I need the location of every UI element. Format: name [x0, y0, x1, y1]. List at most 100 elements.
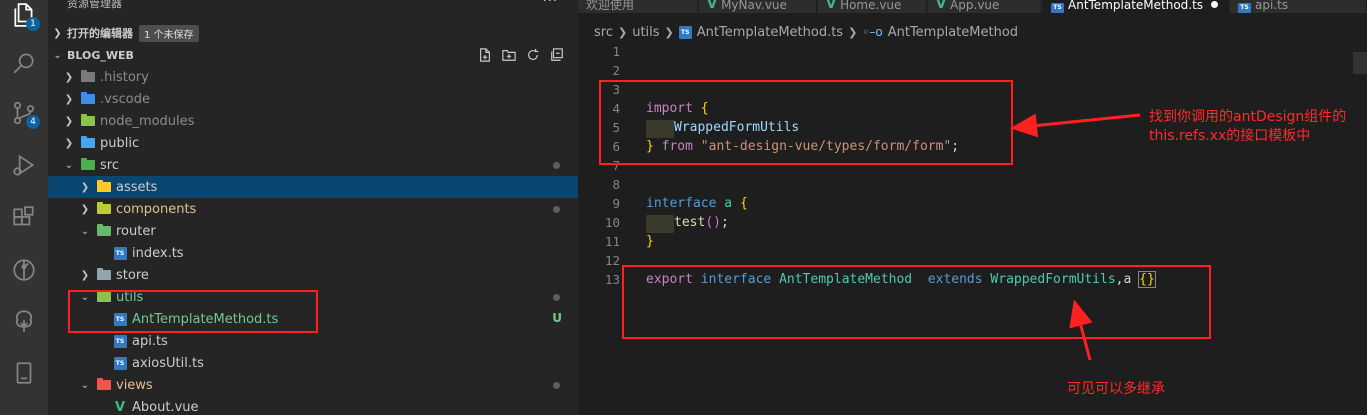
tree-item-views[interactable]: ⌄ views	[48, 374, 578, 396]
tab-app[interactable]: V App.vue	[928, 0, 1042, 13]
tab-label: api.ts	[1255, 0, 1289, 12]
search-icon[interactable]	[9, 48, 39, 78]
tree-item-label: api.ts	[132, 333, 168, 349]
open-editors-label: 打开的编辑器	[67, 27, 133, 40]
tree-item-assets[interactable]: ❯ assets	[48, 176, 578, 198]
annotation-box-import	[599, 80, 1013, 165]
tab-anttemplatemethod[interactable]: TS AntTemplateMethod.ts	[1043, 0, 1229, 13]
extensions-icon[interactable]	[9, 203, 39, 233]
folder-icon	[96, 180, 112, 194]
annotation-box-export	[622, 265, 1211, 339]
tree-item-node-modules[interactable]: ❯ node_modules	[48, 110, 578, 132]
overview-ruler[interactable]	[1353, 52, 1367, 74]
tree-item-router[interactable]: ⌄ router	[48, 220, 578, 242]
code-line-11: }	[646, 234, 654, 249]
open-editors-section[interactable]: ❯ 打开的编辑器 1 个未保存	[48, 22, 578, 44]
tree-item-label: store	[116, 267, 149, 283]
activity-bar: 1 4	[0, 0, 48, 415]
chevron-right-icon: ❯	[64, 115, 74, 127]
git-status-dot	[553, 162, 560, 169]
vue-file-icon: V	[114, 399, 126, 415]
new-folder-icon[interactable]	[502, 48, 516, 62]
tree-item-label: views	[116, 377, 153, 393]
folder-icon	[80, 136, 96, 150]
source-control-icon[interactable]: 4	[9, 98, 40, 129]
breadcrumb: src ❯ utils ❯ TS AntTemplateMethod.ts ❯ …	[578, 22, 1367, 42]
line-number: 10	[604, 215, 620, 230]
tree-item-index-ts[interactable]: TS index.ts	[48, 242, 578, 264]
unsaved-badge: 1 个未保存	[139, 24, 199, 42]
tab-mynav[interactable]: V MyNav.vue	[699, 0, 817, 13]
tree-icon[interactable]	[9, 306, 39, 336]
tree-item-label: .history	[100, 69, 149, 85]
ts-file-icon: TS	[1051, 0, 1064, 13]
explorer-badge: 1	[26, 17, 40, 31]
chevron-right-icon: ❯	[80, 269, 90, 281]
explorer-icon[interactable]: 1	[9, 0, 40, 31]
annotation-box-file	[68, 290, 318, 333]
tree-item-label: components	[116, 201, 197, 217]
vue-file-icon: V	[826, 0, 837, 12]
tree-item-label: src	[100, 157, 119, 173]
refresh-icon[interactable]	[526, 48, 540, 62]
line-number: 1	[612, 44, 620, 59]
tree-item-label: About.vue	[132, 399, 199, 415]
tree-item-public[interactable]: ❯ public	[48, 132, 578, 154]
annotation-note-2: 可见可以多继承	[1067, 381, 1165, 397]
tab-bar: 欢迎使用 V MyNav.vue V Home.vue V App.vue TS Ant…	[578, 0, 1367, 13]
interface-symbol-icon: ◦–o	[862, 25, 883, 39]
project-label: BLOG_WEB	[67, 48, 134, 62]
chevron-right-icon: ❯	[64, 71, 74, 83]
breadcrumb-src[interactable]: src	[594, 25, 613, 40]
code-line-10: test();	[646, 215, 729, 233]
annotation-note-1-line-2: this.refs.xx的接口模板中	[1149, 128, 1311, 144]
tree-actions	[478, 44, 564, 66]
tree-item-axiosutil-ts[interactable]: TS axiosUtil.ts	[48, 352, 578, 374]
folder-icon	[80, 70, 96, 84]
unsaved-dot-icon[interactable]	[1211, 1, 1219, 8]
tab-label: Home.vue	[840, 0, 902, 12]
tab-api[interactable]: TS api.ts	[1230, 0, 1367, 13]
tree-item-label: router	[116, 223, 156, 239]
tree-item-components[interactable]: ❯ components	[48, 198, 578, 220]
breadcrumb-utils[interactable]: utils	[632, 25, 659, 40]
tree-item-api-ts[interactable]: TS api.ts	[48, 330, 578, 352]
tree-item-src[interactable]: ⌄ src	[48, 154, 578, 176]
tab-label: 欢迎使用	[586, 0, 635, 12]
line-number: 11	[604, 234, 620, 249]
git-status-untracked: U	[552, 311, 562, 325]
chevron-down-icon: ⌄	[80, 379, 90, 391]
breadcrumb-symbol[interactable]: AntTemplateMethod	[888, 25, 1018, 40]
vue-file-icon: V	[707, 0, 718, 12]
tree-item-vscode[interactable]: ❯ .vscode	[48, 88, 578, 110]
git-graph-icon[interactable]	[9, 255, 39, 285]
project-section[interactable]: ⌄ BLOG_WEB	[48, 44, 578, 66]
tree-item-label: .vscode	[100, 91, 150, 107]
line-number: 9	[612, 196, 620, 211]
tree-item-about-vue[interactable]: V About.vue	[48, 396, 578, 415]
explorer-sidebar: 资源管理器 ··· ❯ 打开的编辑器 1 个未保存 ⌄ BLOG_WEB ❯ .h…	[48, 0, 578, 415]
more-actions-icon[interactable]: ···	[543, 0, 558, 9]
tab-home[interactable]: V Home.vue	[818, 0, 927, 13]
chevron-down-icon: ⌄	[80, 225, 90, 237]
line-number: 12	[604, 253, 620, 268]
folder-icon	[80, 114, 96, 128]
collapse-all-icon[interactable]	[550, 48, 564, 62]
chevron-right-icon: ❯	[80, 181, 90, 193]
folder-icon	[96, 224, 112, 238]
new-file-icon[interactable]	[478, 48, 492, 62]
run-debug-icon[interactable]	[9, 150, 39, 180]
tree-item-store[interactable]: ❯ store	[48, 264, 578, 286]
tree-item-label: axiosUtil.ts	[132, 355, 204, 371]
folder-icon	[96, 202, 112, 216]
tree-item-history[interactable]: ❯ .history	[48, 66, 578, 88]
breadcrumb-file[interactable]: AntTemplateMethod.ts	[697, 25, 843, 40]
tab-welcome[interactable]: 欢迎使用	[578, 0, 698, 13]
line-number: 8	[612, 177, 620, 192]
device-icon[interactable]	[9, 358, 39, 388]
folder-icon	[96, 378, 112, 392]
chevron-right-icon: ❯	[848, 25, 858, 39]
source-control-badge: 4	[26, 115, 40, 129]
folder-icon	[96, 268, 112, 282]
folder-icon	[80, 92, 96, 106]
